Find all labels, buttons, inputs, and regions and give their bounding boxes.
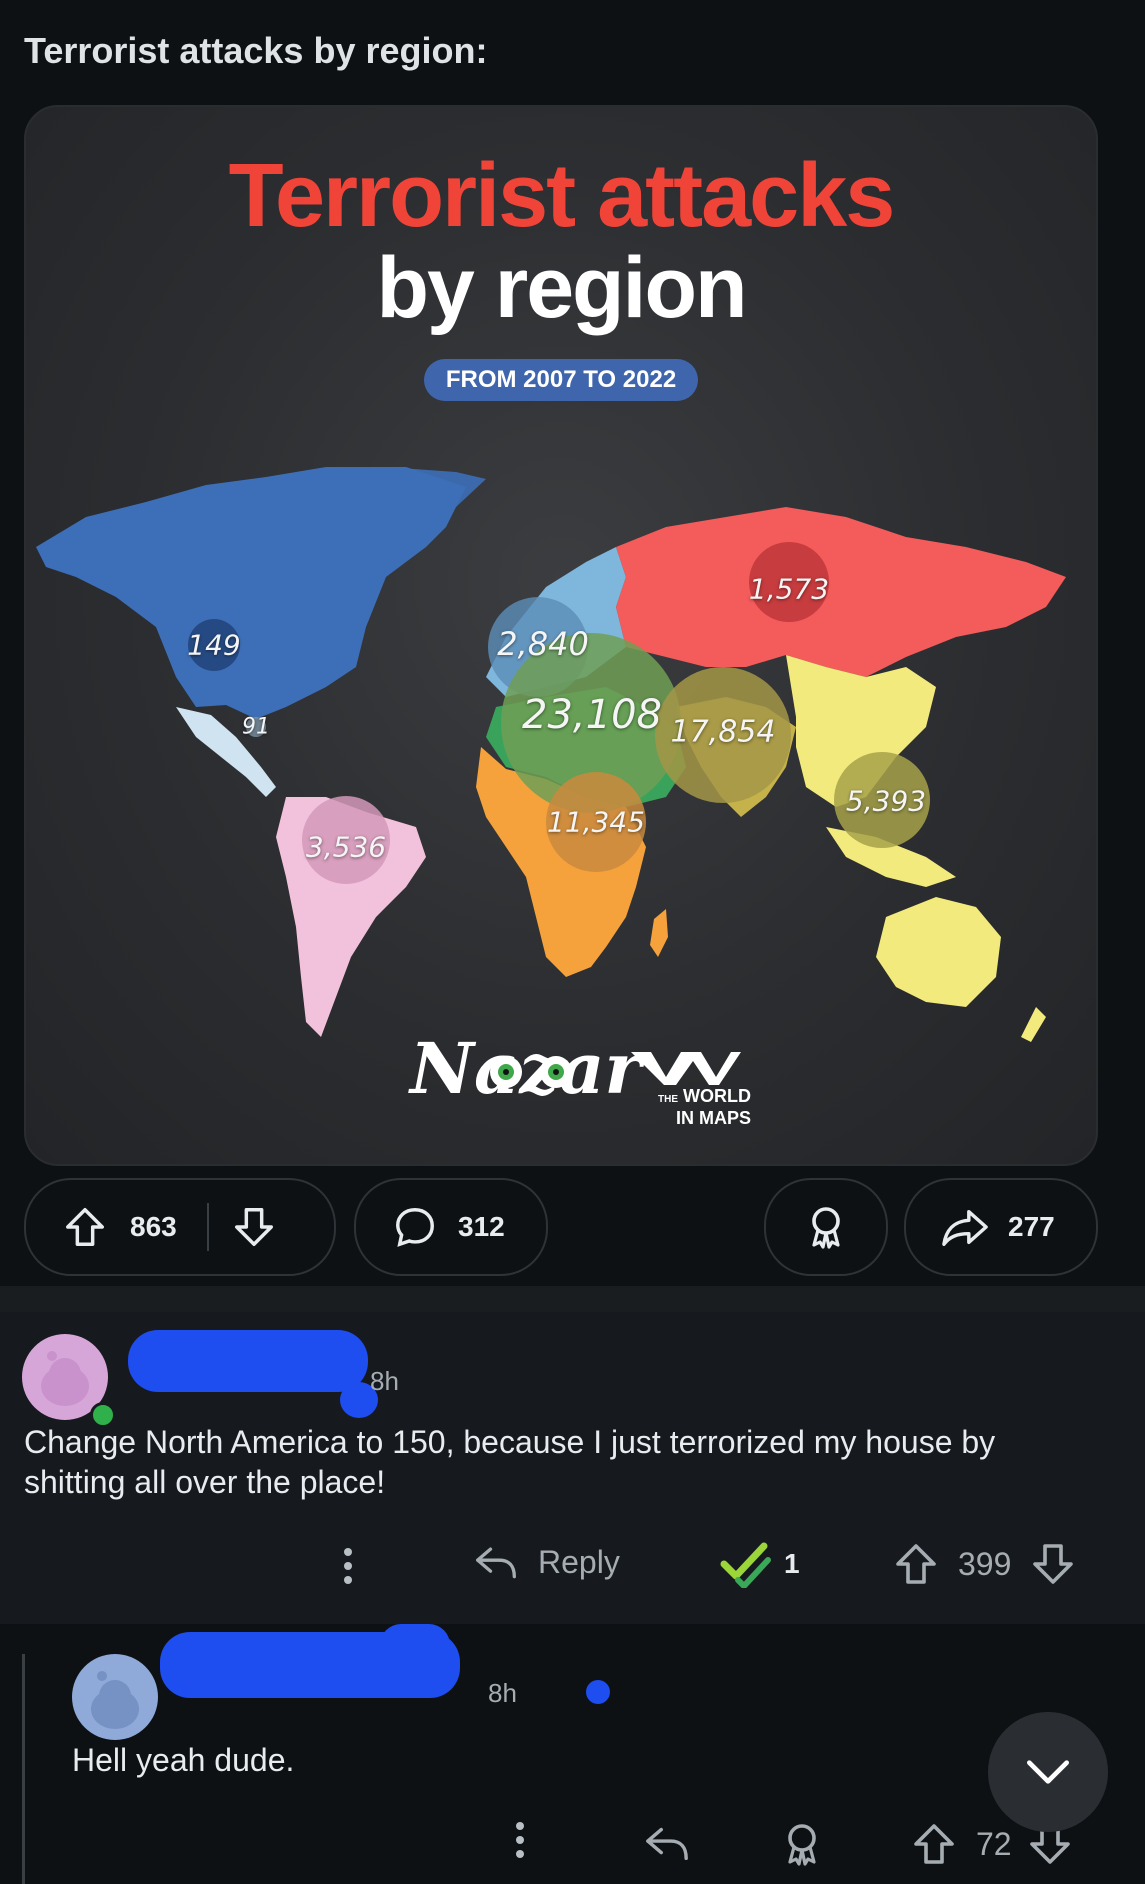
downvote-icon[interactable] <box>1029 1540 1077 1588</box>
share-count: 277 <box>1008 1211 1055 1242</box>
value-south-asia: 17,854 <box>670 714 776 750</box>
chevron-down-icon <box>1027 1760 1069 1784</box>
share-button[interactable]: 277 <box>904 1178 1098 1276</box>
comment-text: Hell yeah dude. <box>72 1742 295 1778</box>
thread-line[interactable] <box>22 1654 25 1884</box>
reply-label: Reply <box>538 1543 620 1580</box>
value-south-america: 3,536 <box>305 830 387 864</box>
downvote-icon[interactable] <box>231 1204 277 1250</box>
wim-line1: WORLD <box>683 1086 751 1106</box>
comment-vote-bar: 399 <box>892 1540 1077 1588</box>
value-russia: 1,573 <box>748 572 830 606</box>
value-southeast-asia: 5,393 <box>845 784 927 818</box>
region-madagascar <box>650 909 668 957</box>
wim-line2: IN MAPS <box>676 1108 752 1128</box>
avatar[interactable] <box>72 1654 158 1740</box>
comment-1: 8h Change North America to 150, because … <box>0 1312 1145 1624</box>
world-in-maps-logo-icon <box>631 1052 741 1085</box>
upvote-count: 863 <box>130 1211 177 1242</box>
redacted-username <box>128 1330 368 1392</box>
value-north-america: 149 <box>187 628 241 662</box>
region-russia <box>616 507 1066 677</box>
comments-button[interactable]: 312 <box>354 1178 548 1276</box>
value-europe: 2,840 <box>497 625 589 663</box>
infographic-title-line2: by region <box>376 240 747 336</box>
comment-time: 8h <box>488 1678 517 1708</box>
region-new-zealand <box>1021 1007 1046 1042</box>
region-australia <box>876 897 1001 1007</box>
award-icon[interactable] <box>778 1820 826 1868</box>
reply-button[interactable]: Reply <box>472 1540 620 1584</box>
upvote-icon[interactable] <box>892 1540 940 1588</box>
more-options-icon[interactable] <box>344 1548 352 1590</box>
infographic-image[interactable]: Terrorist attacks by region FROM 2007 TO… <box>24 105 1098 1166</box>
vote-pill: 863 <box>24 1178 336 1276</box>
comment-count: 312 <box>458 1211 505 1242</box>
comment-text: Change North America to 150, because I j… <box>24 1424 996 1500</box>
check-award-icon <box>720 1542 771 1588</box>
vote-divider <box>206 1203 209 1251</box>
value-middle-east: 23,108 <box>522 692 662 738</box>
more-options-icon[interactable] <box>516 1822 524 1864</box>
comment-time: 8h <box>370 1366 399 1396</box>
award-count: 1 <box>784 1548 800 1579</box>
infographic-subtitle: FROM 2007 TO 2022 <box>424 359 698 401</box>
upvote-icon[interactable] <box>62 1204 108 1250</box>
snoo-avatar-icon <box>91 1671 139 1729</box>
wim-the: THE <box>658 1094 678 1105</box>
scroll-down-button[interactable] <box>988 1712 1108 1832</box>
section-divider <box>0 1286 1145 1312</box>
reply-icon <box>476 1547 516 1579</box>
comment-icon <box>396 1208 434 1247</box>
redacted-username-part <box>380 1624 450 1666</box>
value-central-america: 91 <box>242 714 270 740</box>
value-africa: 11,345 <box>547 805 645 839</box>
infographic-title-line1: Terrorist attacks <box>228 146 896 246</box>
comment-vote-count: 72 <box>976 1825 1012 1862</box>
award-count-button[interactable]: 1 <box>720 1540 800 1588</box>
reply-icon[interactable] <box>642 1820 692 1866</box>
world-in-maps-text: THE WORLD IN MAPS <box>658 1087 751 1127</box>
upvote-icon[interactable] <box>910 1820 958 1868</box>
post-title: Terrorist attacks by region: <box>24 30 488 71</box>
award-button[interactable] <box>764 1178 888 1276</box>
comment-vote-count: 399 <box>958 1545 1012 1582</box>
award-icon <box>812 1207 840 1249</box>
comment-2: 8h Hell yeah dude. 72 <box>0 1624 1145 1884</box>
redacted-dot <box>586 1680 610 1704</box>
share-icon <box>942 1209 988 1246</box>
nazar-eyes-icon <box>490 1056 572 1088</box>
